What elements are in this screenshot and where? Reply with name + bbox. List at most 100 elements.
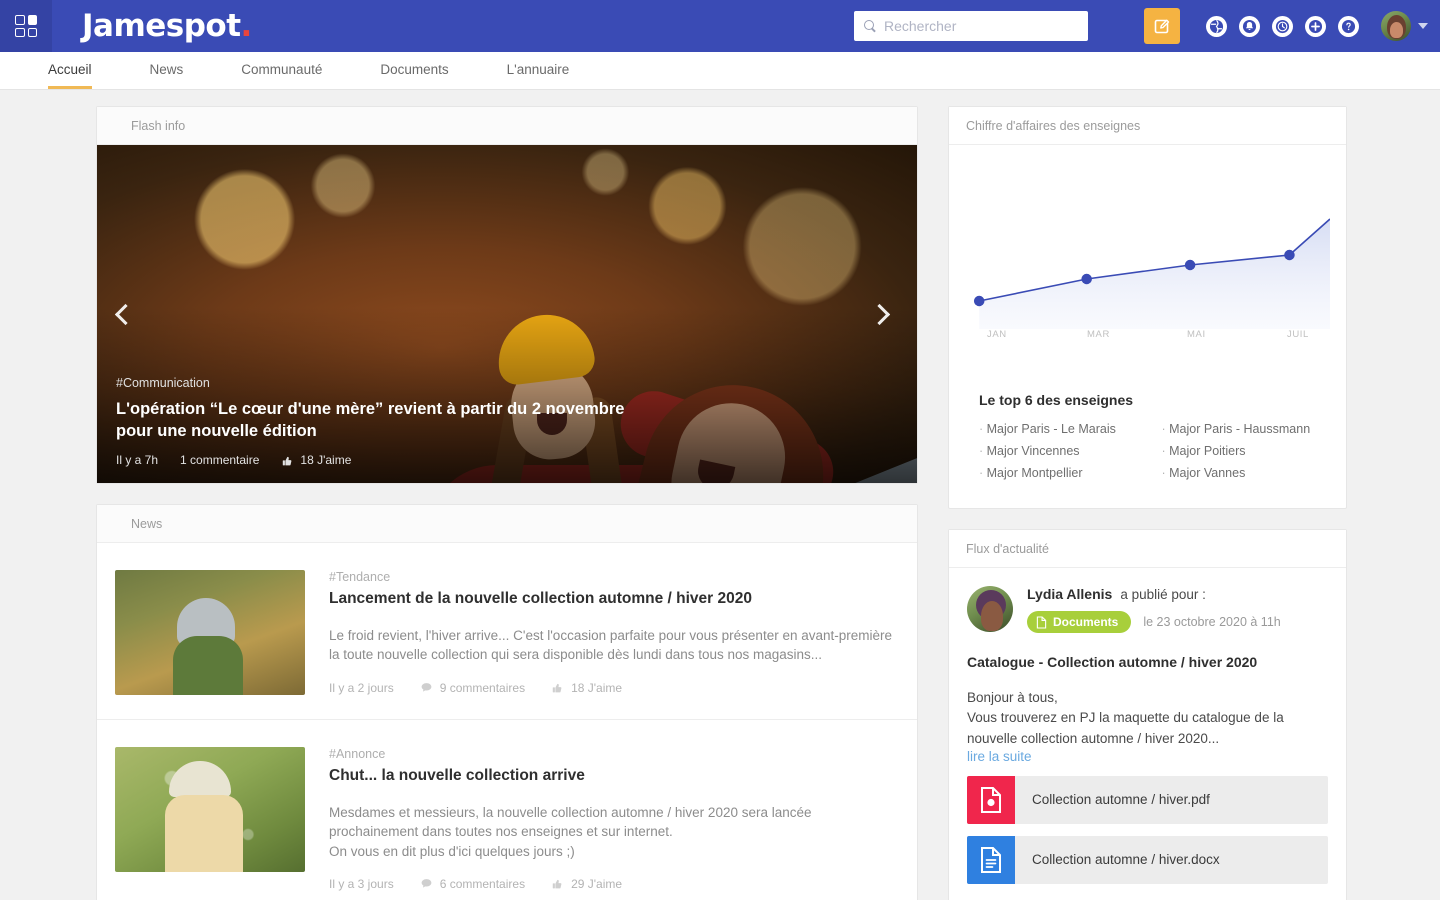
news-meta: Il y a 3 jours 6 commentaires 29 J'aime — [329, 877, 897, 891]
hero-comments-label: 1 commentaire — [180, 453, 260, 467]
news-tag[interactable]: #Tendance — [329, 570, 897, 584]
main-navigation: Accueil News Communauté Documents L'annu… — [0, 52, 1440, 90]
comment-icon — [421, 683, 432, 692]
brand-logo[interactable]: Jamespot. — [82, 8, 252, 44]
hero-comments[interactable]: 1 commentaire — [180, 453, 259, 467]
hero-tag[interactable]: #Communication — [116, 376, 877, 390]
news-likes[interactable]: 18 J'aime — [551, 681, 622, 695]
recent-activity-button[interactable] — [1272, 15, 1293, 37]
bell-icon — [1242, 19, 1257, 33]
docx-file-icon — [967, 835, 1015, 884]
apps-grid-icon — [15, 15, 37, 37]
avatar — [1381, 11, 1411, 41]
news-title[interactable]: Lancement de la nouvelle collection auto… — [329, 590, 897, 608]
chart-tick-mai: MAI — [1187, 329, 1206, 340]
news-list-item[interactable]: #Tendance Lancement de la nouvelle colle… — [97, 543, 917, 720]
comment-icon — [421, 879, 432, 888]
compose-button[interactable] — [1144, 8, 1180, 44]
notifications-button[interactable] — [1239, 15, 1260, 37]
brand-name: Jamespot — [82, 8, 241, 44]
shop-item[interactable]: Major Poitiers — [1162, 444, 1331, 458]
news-content: #Annonce Chut... la nouvelle collection … — [329, 747, 897, 891]
hero-likes-label: 18 J'aime — [300, 453, 352, 467]
feed-attachment[interactable]: Collection automne / hiver.pdf — [967, 775, 1328, 824]
news-comments[interactable]: 6 commentaires — [420, 877, 525, 891]
shop-item[interactable]: Major Paris - Haussmann — [1162, 422, 1331, 436]
add-button[interactable] — [1305, 15, 1326, 37]
news-likes-label: 29 J'aime — [571, 876, 623, 891]
carousel-next-button[interactable] — [859, 294, 899, 334]
revenue-line-chart — [973, 218, 1330, 329]
nav-item-communaute[interactable]: Communauté — [241, 62, 322, 89]
search-box[interactable] — [854, 11, 1088, 41]
feed-author-row: Lydia Allenis a publié pour : — [1027, 586, 1328, 602]
feed-category-badge[interactable]: Documents — [1027, 611, 1132, 633]
nav-item-annuaire[interactable]: L'annuaire — [507, 62, 570, 89]
left-column: Flash info #Communication L'opération “L… — [96, 106, 918, 900]
news-card: News #Tendance Lancement de la nouvelle … — [96, 504, 918, 900]
search-input[interactable] — [884, 18, 1078, 34]
flash-info-card-title: Flash info — [97, 107, 917, 145]
carousel-prev-button[interactable] — [105, 294, 145, 334]
news-tag[interactable]: #Annonce — [329, 747, 897, 761]
nav-item-news[interactable]: News — [150, 62, 184, 89]
shop-item[interactable]: Major Vincennes — [979, 444, 1148, 458]
shop-item[interactable]: Major Paris - Le Marais — [979, 422, 1148, 436]
hero-meta: Il y a 7h 1 commentaire 18 J'aime — [116, 453, 877, 467]
right-column: Chiffre d'affaires des enseignes JAN MAR… — [948, 106, 1347, 900]
clock-icon — [1275, 19, 1290, 33]
thumbs-up-icon — [283, 456, 292, 465]
feed-badge-row: Documents le 23 octobre 2020 à 11h — [1027, 611, 1328, 633]
flash-info-card: Flash info #Communication L'opération “L… — [96, 106, 918, 484]
apps-grid-button[interactable] — [0, 0, 52, 52]
chevron-right-icon — [868, 303, 890, 325]
flash-info-carousel[interactable]: #Communication L'opération “Le cœur d'un… — [97, 145, 917, 483]
compose-pencil-icon — [1154, 19, 1169, 33]
document-icon — [1036, 615, 1047, 629]
news-thumbnail[interactable] — [115, 747, 305, 872]
thumbs-up-icon — [552, 684, 562, 693]
feed-read-more-link[interactable]: lire la suite — [967, 749, 1328, 764]
top-shops-title: Le top 6 des enseignes — [979, 392, 1134, 408]
page-content: Flash info #Communication L'opération “L… — [0, 90, 1440, 900]
news-description: Le froid revient, l'hiver arrive... C'es… — [329, 628, 892, 663]
news-comments-label: 6 commentaires — [439, 876, 526, 891]
news-list-item[interactable]: #Annonce Chut... la nouvelle collection … — [97, 720, 917, 900]
hero-likes[interactable]: 18 J'aime — [281, 453, 351, 467]
feed-author-avatar[interactable] — [967, 586, 1013, 632]
hero-time: Il y a 7h — [116, 453, 158, 467]
feed-post-header: Lydia Allenis a publié pour : Documents — [967, 586, 1328, 633]
chart-tick-jan: JAN — [987, 329, 1007, 340]
help-button[interactable] — [1338, 15, 1359, 37]
nav-item-documents[interactable]: Documents — [380, 62, 448, 89]
news-likes[interactable]: 29 J'aime — [551, 877, 622, 891]
attachment-name: Collection automne / hiver.docx — [1032, 852, 1220, 868]
activity-feed-card: Flux d'actualité Lydia Allenis a publié … — [948, 529, 1347, 900]
feed-post-title[interactable]: Catalogue - Collection automne / hiver 2… — [967, 654, 1328, 670]
news-time: Il y a 3 jours — [329, 877, 394, 891]
chevron-left-icon — [114, 303, 136, 325]
news-time: Il y a 2 jours — [329, 681, 394, 695]
brand-dot: . — [240, 8, 253, 44]
feed-card-title: Flux d'actualité — [949, 530, 1346, 568]
shop-item[interactable]: Major Vannes — [1162, 466, 1331, 480]
revenue-card-title: Chiffre d'affaires des enseignes — [949, 107, 1346, 145]
chart-tick-mar: MAR — [1087, 329, 1110, 340]
hero-title[interactable]: L'opération “Le cœur d'une mère” revient… — [116, 399, 636, 443]
feed-author-name[interactable]: Lydia Allenis — [1027, 586, 1112, 602]
top-shops-list: Major Paris - Le Marais Major Paris - Ha… — [949, 422, 1346, 486]
feed-attachment[interactable]: Collection automne / hiver.docx — [967, 835, 1328, 884]
revenue-chart: JAN MAR MAI JUIL — [949, 145, 1346, 362]
help-icon — [1341, 19, 1356, 33]
plus-icon — [1308, 19, 1323, 33]
shop-item[interactable]: Major Montpellier — [979, 466, 1148, 480]
news-likes-label: 18 J'aime — [571, 680, 623, 695]
news-thumbnail[interactable] — [115, 570, 305, 695]
revenue-card: Chiffre d'affaires des enseignes JAN MAR… — [948, 106, 1347, 509]
nav-item-accueil[interactable]: Accueil — [48, 62, 92, 89]
globe-icon-button[interactable] — [1206, 15, 1227, 37]
news-comments[interactable]: 9 commentaires — [420, 681, 525, 695]
news-card-title: News — [97, 505, 917, 543]
user-menu[interactable] — [1381, 11, 1428, 41]
news-title[interactable]: Chut... la nouvelle collection arrive — [329, 767, 897, 785]
